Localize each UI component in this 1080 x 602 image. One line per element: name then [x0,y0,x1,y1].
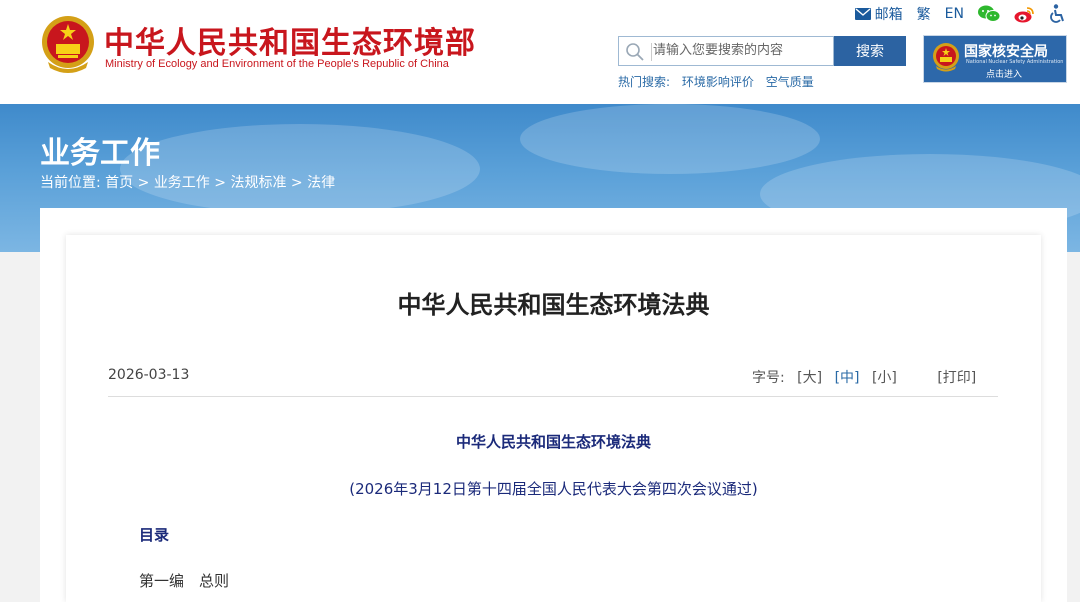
divider [108,396,998,397]
breadcrumb-regulations[interactable]: 法规标准 [230,175,286,191]
font-medium-button[interactable]: [中] [835,370,860,386]
wechat-icon [978,5,1000,22]
hot-search-item[interactable]: 环境影响评价 [682,75,754,89]
english-label: EN [944,6,964,22]
toc-heading: 目录 [139,526,170,544]
site-header: 中华人民共和国生态环境部 Ministry of Ecology and Env… [0,0,1080,104]
national-emblem-icon[interactable] [40,14,96,74]
weibo-link[interactable] [1014,6,1034,23]
weibo-icon [1014,6,1034,22]
breadcrumb-business[interactable]: 业务工作 [154,175,210,191]
law-passed-note: (2026年3月12日第十四届全国人民代表大会第四次会议通过) [349,480,758,498]
nnsa-name-en: National Nuclear Safety Administration [966,59,1064,65]
print-button[interactable]: [打印] [937,370,976,386]
nnsa-link[interactable]: 国家核安全局 National Nuclear Safety Administr… [923,35,1067,83]
breadcrumb-prefix: 当前位置: [40,175,101,191]
mail-icon [854,8,871,20]
accessibility-link[interactable] [1048,4,1066,24]
font-large-button[interactable]: [大] [797,370,822,386]
publish-date: 2026-03-13 [108,367,190,383]
nnsa-enter-label: 点击进入 [986,70,1023,80]
hot-search-item[interactable]: 空气质量 [766,75,814,89]
search-box [618,36,834,66]
banner-cloud [120,124,480,214]
article-title: 中华人民共和国生态环境法典 [397,291,710,319]
toc-part-1: 第一编 总则 [139,572,230,590]
breadcrumb: 当前位置: 首页 > 业务工作 > 法规标准 > 法律 [40,172,335,192]
traditional-label: 繁 [916,7,931,23]
breadcrumb-law[interactable]: 法律 [307,175,335,191]
mail-link[interactable]: 邮箱 [854,4,903,24]
breadcrumb-separator: > [214,175,226,191]
hot-searches: 热门搜索: 环境影响评价 空气质量 [618,73,822,90]
section-title: 业务工作 [40,136,160,171]
law-name: 中华人民共和国生态环境法典 [455,433,651,451]
mail-label: 邮箱 [874,7,903,23]
search-divider [651,43,652,61]
wechat-link[interactable] [978,5,1000,23]
search-input[interactable] [653,39,828,61]
accessibility-icon [1050,4,1064,23]
english-link[interactable]: EN [945,6,964,22]
banner-cloud [520,104,820,174]
article-card: 中华人民共和国生态环境法典 2026-03-13 字号: [大] [中] [小]… [66,235,1041,602]
breadcrumb-separator: > [290,175,303,191]
site-title-cn[interactable]: 中华人民共和国生态环境部 [104,18,476,62]
site-title-en[interactable]: Ministry of Ecology and Environment of t… [105,58,449,70]
search-button[interactable]: 搜索 [834,36,906,66]
hot-search-label: 热门搜索: [618,75,671,89]
breadcrumb-home[interactable]: 首页 [105,175,133,191]
search-bar: 搜索 [618,36,906,66]
search-icon [626,43,644,61]
breadcrumb-separator: > [137,175,150,191]
font-small-button[interactable]: [小] [872,370,897,386]
font-size-controls: 字号: [大] [中] [小] [打印] [752,367,976,387]
nnsa-name-cn: 国家核安全局 [964,44,1048,60]
font-size-label: 字号: [752,370,785,386]
top-links: 邮箱 繁 EN [854,4,1066,24]
traditional-chinese-link[interactable]: 繁 [917,4,931,24]
national-emblem-icon [933,43,959,72]
